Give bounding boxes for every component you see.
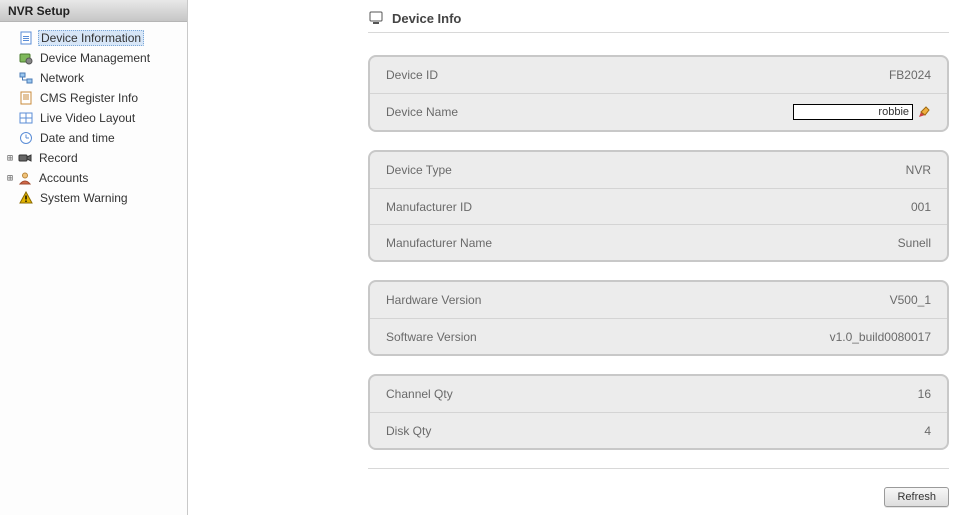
doc-info-icon [18, 30, 34, 46]
sidebar-item-label: Record [39, 151, 78, 165]
sidebar-item-date-and-time[interactable]: Date and time [0, 128, 187, 148]
clock-icon [18, 130, 34, 146]
info-row-device-id: Device ID FB2024 [370, 57, 947, 93]
sidebar-item-cms-register[interactable]: CMS Register Info [0, 88, 187, 108]
page-title: Device Info [392, 11, 461, 26]
row-label: Disk Qty [386, 424, 431, 438]
sidebar-item-accounts[interactable]: ⊞ Accounts [0, 168, 187, 188]
info-card: Channel Qty 16 Disk Qty 4 [368, 374, 949, 450]
row-label: Device Type [386, 163, 452, 177]
device-info-icon [368, 10, 384, 26]
sidebar-title: NVR Setup [0, 0, 187, 22]
sidebar-item-label: Live Video Layout [40, 111, 135, 125]
network-icon [18, 70, 34, 86]
row-label: Device ID [386, 68, 438, 82]
device-name-input[interactable] [793, 104, 913, 120]
warning-icon [18, 190, 34, 206]
gear-screen-icon [18, 50, 34, 66]
sidebar-item-label: Accounts [39, 171, 88, 185]
row-label: Manufacturer ID [386, 200, 472, 214]
row-label: Channel Qty [386, 387, 453, 401]
row-value: Sunell [898, 236, 931, 250]
camera-icon [17, 150, 33, 166]
sidebar: NVR Setup Device Information Device Mana… [0, 0, 188, 515]
info-row: Channel Qty 16 [370, 376, 947, 412]
sidebar-item-live-video-layout[interactable]: Live Video Layout [0, 108, 187, 128]
expand-icon[interactable]: ⊞ [4, 153, 16, 164]
sidebar-item-label: Network [40, 71, 84, 85]
footer-bar: Refresh [368, 468, 949, 507]
refresh-button[interactable]: Refresh [884, 487, 949, 507]
row-value: 4 [924, 424, 931, 438]
row-value: v1.0_build0080017 [830, 330, 931, 344]
info-card: Device Type NVR Manufacturer ID 001 Manu… [368, 150, 949, 262]
row-value: FB2024 [889, 68, 931, 82]
info-row: Manufacturer Name Sunell [370, 224, 947, 260]
edit-tool-icon[interactable] [917, 105, 931, 119]
row-value: 16 [918, 387, 931, 401]
row-label: Hardware Version [386, 293, 481, 307]
info-row: Device Type NVR [370, 152, 947, 188]
sidebar-item-label: CMS Register Info [40, 91, 138, 105]
info-card: Device ID FB2024 Device Name [368, 55, 949, 132]
sidebar-item-record[interactable]: ⊞ Record [0, 148, 187, 168]
sidebar-item-system-warning[interactable]: System Warning [0, 188, 187, 208]
sidebar-item-device-management[interactable]: Device Management [0, 48, 187, 68]
row-label: Device Name [386, 105, 458, 119]
sidebar-item-label: Date and time [40, 131, 115, 145]
sidebar-item-device-information[interactable]: Device Information [0, 28, 187, 48]
info-row: Hardware Version V500_1 [370, 282, 947, 318]
sidebar-tree: Device Information Device Management Net… [0, 22, 187, 214]
doc-register-icon [18, 90, 34, 106]
row-value: V500_1 [890, 293, 931, 307]
page-title-row: Device Info [368, 10, 949, 33]
main-content: Device Info Device ID FB2024 Device Name [188, 0, 979, 515]
expand-icon[interactable]: ⊞ [4, 173, 16, 184]
info-row: Disk Qty 4 [370, 412, 947, 448]
row-value: NVR [906, 163, 931, 177]
info-card: Hardware Version V500_1 Software Version… [368, 280, 949, 356]
layout-icon [18, 110, 34, 126]
row-label: Software Version [386, 330, 477, 344]
sidebar-item-label: Device Information [41, 31, 141, 45]
sidebar-item-label: System Warning [40, 191, 128, 205]
info-row-device-name: Device Name [370, 93, 947, 130]
row-value: 001 [911, 200, 931, 214]
user-icon [17, 170, 33, 186]
info-row: Software Version v1.0_build0080017 [370, 318, 947, 354]
sidebar-item-network[interactable]: Network [0, 68, 187, 88]
row-label: Manufacturer Name [386, 236, 492, 250]
sidebar-item-label: Device Management [40, 51, 150, 65]
info-row: Manufacturer ID 001 [370, 188, 947, 224]
